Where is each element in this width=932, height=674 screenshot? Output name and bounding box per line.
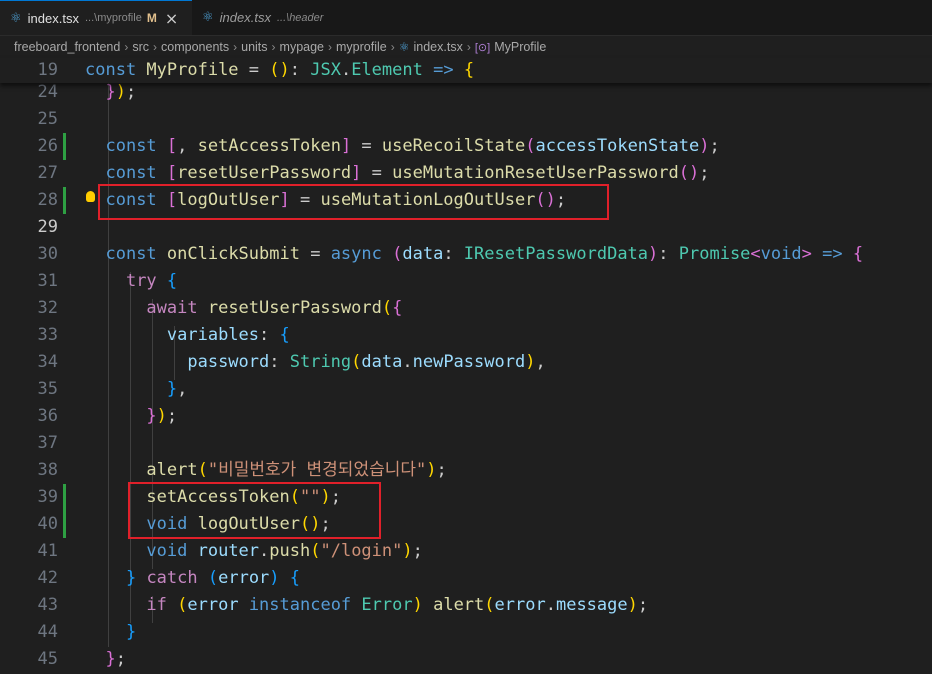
- line-number: 42: [37, 568, 58, 588]
- symbol-icon: [⊙]: [474, 41, 491, 54]
- code-line: const MyProfile = (): JSX.Element => {: [85, 60, 475, 80]
- code-text: const [resetUserPassword] = useMutationR…: [105, 163, 710, 183]
- breadcrumb-item[interactable]: freeboard_frontend: [14, 40, 120, 54]
- lightbulb-icon[interactable]: [86, 191, 95, 202]
- line-number: 40: [37, 514, 58, 534]
- breadcrumb-item[interactable]: components: [161, 40, 229, 54]
- line-number: 41: [37, 541, 58, 561]
- react-icon: ⚛: [398, 40, 410, 54]
- breadcrumb-item[interactable]: MyProfile: [494, 40, 546, 54]
- breadcrumb-item[interactable]: myprofile: [336, 40, 387, 54]
- line-number: 32: [37, 298, 58, 318]
- breadcrumb-item[interactable]: units: [241, 40, 267, 54]
- code-text: },: [166, 379, 188, 399]
- git-modified-marker[interactable]: [63, 187, 66, 214]
- line-number: 44: [37, 622, 58, 642]
- code-text: }: [125, 622, 137, 642]
- close-icon[interactable]: ×: [165, 9, 178, 28]
- tab-path: ...\myprofile: [84, 12, 142, 24]
- code-text: };: [105, 649, 126, 669]
- highlight-box-logout-calls: [128, 482, 381, 539]
- chevron-right-icon: ›: [271, 40, 276, 54]
- tab-index-myprofile[interactable]: ⚛ index.tsx ...\myprofile M ×: [0, 0, 192, 35]
- code-line-30: 30 const onClickSubmit = async (data: IR…: [0, 241, 932, 268]
- breadcrumb-item[interactable]: mypage: [280, 40, 324, 54]
- chevron-right-icon: ›: [466, 40, 471, 54]
- tab-label: index.tsx: [27, 10, 79, 26]
- code-line-27: 27 const [resetUserPassword] = useMutati…: [0, 160, 932, 187]
- line-number: 37: [37, 433, 58, 453]
- code-text: });: [146, 406, 178, 426]
- code-text: try {: [125, 271, 178, 291]
- tab-path: ...\header: [276, 11, 324, 24]
- code-text: if (error instanceof Error) alert(error.…: [146, 595, 649, 615]
- breadcrumb: freeboard_frontend › src › components › uni…: [0, 36, 932, 58]
- code-line-44: 44 }: [0, 619, 932, 646]
- line-number: 33: [37, 325, 58, 345]
- code-text: variables: {: [166, 325, 290, 345]
- code-text: const [, setAccessToken] = useRecoilStat…: [105, 136, 720, 156]
- git-modified-marker[interactable]: [63, 511, 66, 538]
- react-icon: ⚛: [10, 10, 22, 26]
- code-line-37: 37: [0, 430, 932, 457]
- chevron-right-icon: ›: [328, 40, 333, 54]
- breadcrumb-item[interactable]: index.tsx: [414, 40, 463, 54]
- line-number: 38: [37, 460, 58, 480]
- line-number: 30: [37, 244, 58, 264]
- code-text: const onClickSubmit = async (data: IRese…: [105, 244, 864, 264]
- react-icon: ⚛: [202, 10, 214, 25]
- code-text: } catch (error) {: [125, 568, 301, 588]
- modified-badge: M: [146, 11, 157, 25]
- chevron-right-icon: ›: [390, 40, 395, 54]
- line-number: 29: [37, 217, 58, 237]
- line-number: 25: [37, 109, 58, 129]
- code-editor[interactable]: 24 }); 25 26 const [, setAccessToken] = …: [0, 83, 932, 674]
- chevron-right-icon: ›: [124, 40, 129, 54]
- line-number: 39: [37, 487, 58, 507]
- code-text: });: [105, 83, 137, 102]
- tab-index-header[interactable]: ⚛ index.tsx ...\header: [192, 0, 342, 35]
- code-line-35: 35 },: [0, 376, 932, 403]
- code-line-43: 43 if (error instanceof Error) alert(err…: [0, 592, 932, 619]
- code-text: await resetUserPassword({: [146, 298, 403, 318]
- line-number: 36: [37, 406, 58, 426]
- line-number: 28: [37, 190, 58, 210]
- code-line-36: 36 });: [0, 403, 932, 430]
- line-number: 24: [37, 83, 58, 102]
- editor-tab-bar: ⚛ index.tsx ...\myprofile M × ⚛ index.ts…: [0, 0, 932, 36]
- code-line-42: 42 } catch (error) {: [0, 565, 932, 592]
- line-number: 45: [37, 649, 58, 669]
- chevron-right-icon: ›: [233, 40, 238, 54]
- line-number: 26: [37, 136, 58, 156]
- line-number: 19: [37, 60, 58, 80]
- git-modified-marker[interactable]: [63, 133, 66, 160]
- code-line-34: 34 password: String(data.newPassword),: [0, 349, 932, 376]
- code-line-32: 32 await resetUserPassword({: [0, 295, 932, 322]
- code-line-33: 33 variables: {: [0, 322, 932, 349]
- code-line-41: 41 void router.push("/login");: [0, 538, 932, 565]
- code-line-31: 31 try {: [0, 268, 932, 295]
- code-line-26: 26 const [, setAccessToken] = useRecoilS…: [0, 133, 932, 160]
- sticky-scroll-line[interactable]: 19 const MyProfile = (): JSX.Element => …: [0, 58, 932, 83]
- git-modified-marker[interactable]: [63, 484, 66, 511]
- code-line-25: 25: [0, 106, 932, 133]
- line-number: 35: [37, 379, 58, 399]
- highlight-box-logout-hook: [98, 184, 609, 220]
- line-number: 27: [37, 163, 58, 183]
- breadcrumb-item[interactable]: src: [132, 40, 149, 54]
- code-text: alert("비밀번호가 변경되었습니다");: [146, 460, 447, 480]
- code-line-24: 24 });: [0, 83, 932, 106]
- code-line-38: 38 alert("비밀번호가 변경되었습니다");: [0, 457, 932, 484]
- code-text: void router.push("/login");: [146, 541, 423, 561]
- code-line-45: 45 };: [0, 646, 932, 673]
- code-text: password: String(data.newPassword),: [187, 352, 546, 372]
- tab-label: index.tsx: [219, 10, 271, 25]
- line-number: 43: [37, 595, 58, 615]
- line-number: 31: [37, 271, 58, 291]
- line-number: 34: [37, 352, 58, 372]
- chevron-right-icon: ›: [153, 40, 158, 54]
